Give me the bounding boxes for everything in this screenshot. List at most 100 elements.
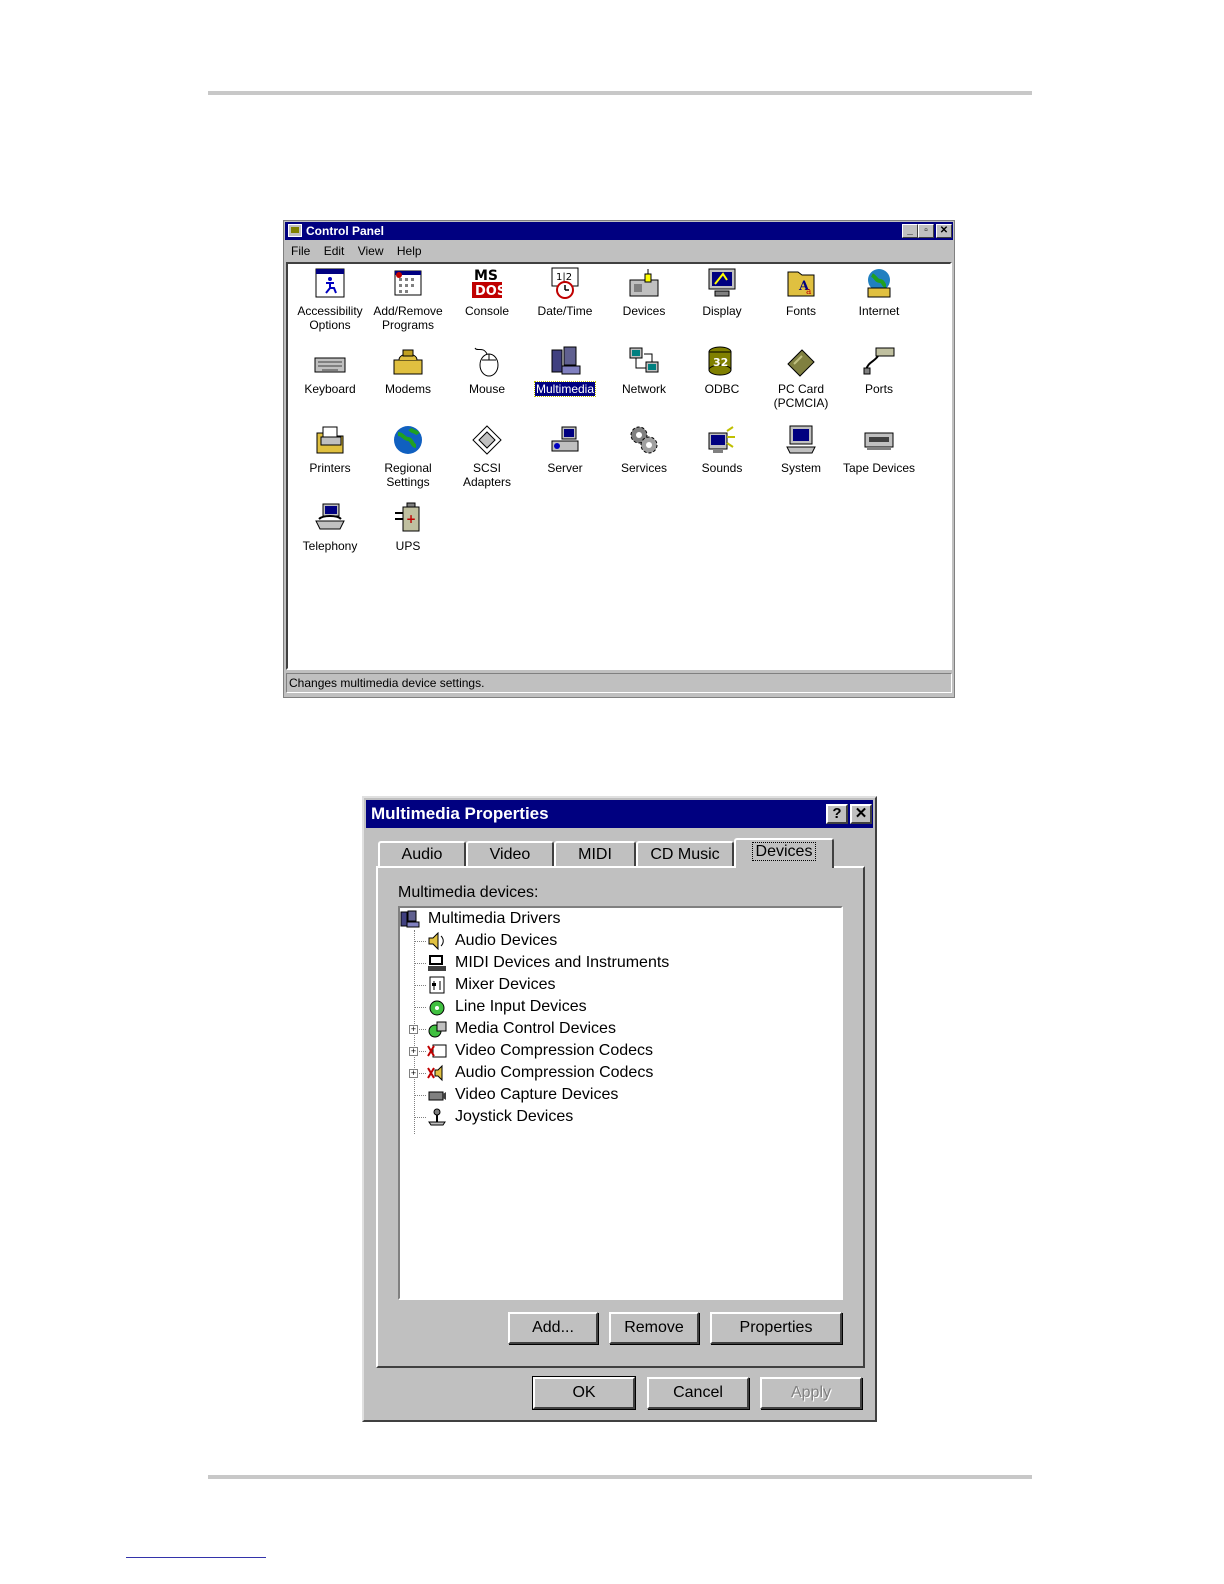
control-panel-item-label: ODBC	[704, 382, 740, 396]
tree-connector	[414, 1095, 426, 1096]
device-category-icon	[427, 1020, 447, 1038]
tab-video[interactable]: Video	[466, 841, 554, 867]
device-category-icon	[427, 954, 447, 972]
tree-connector	[414, 1007, 426, 1008]
control-panel-item-label: Printers	[309, 461, 351, 475]
control-panel-item-scsi-adapters[interactable]: SCSI Adapters	[448, 423, 526, 489]
tree-connector	[414, 985, 426, 986]
control-panel-item-label: Modems	[384, 382, 431, 396]
device-category-icon	[427, 998, 447, 1016]
regional-settings-icon	[391, 423, 425, 457]
menu-bar: File Edit View Help	[285, 241, 426, 261]
tree-connector	[414, 963, 426, 964]
control-panel-item-regional-settings[interactable]: Regional Settings	[369, 423, 447, 489]
internet-icon	[862, 266, 896, 300]
odbc-icon: 32	[705, 344, 739, 378]
device-category-icon	[427, 1064, 447, 1082]
control-panel-item-services[interactable]: Services	[605, 423, 683, 475]
control-panel-item-printers[interactable]: Printers	[291, 423, 369, 475]
device-category-icon	[427, 1086, 447, 1104]
network-icon	[627, 344, 661, 378]
apply-button[interactable]: Apply	[760, 1377, 862, 1409]
control-panel-item-accessibility[interactable]: Accessibility Options	[291, 266, 369, 332]
tab-midi[interactable]: MIDI	[554, 841, 636, 867]
restore-button[interactable]: ▫	[918, 224, 934, 238]
control-panel-item-add-remove-programs[interactable]: Add/Remove Programs	[369, 266, 447, 332]
control-panel-item-label: Internet	[858, 304, 900, 318]
footer-link-underline	[126, 1557, 266, 1558]
tab-cd-music[interactable]: CD Music	[636, 841, 734, 867]
telephony-icon	[313, 501, 347, 535]
top-rule	[208, 91, 1032, 95]
control-panel-item-label: Keyboard	[304, 382, 356, 396]
devices-tree[interactable]: Multimedia Drivers Audio Devices MIDI Devi…	[398, 906, 843, 1300]
menu-help[interactable]: Help	[397, 244, 422, 258]
expand-icon[interactable]: +	[409, 1025, 418, 1034]
control-panel-item-system[interactable]: System	[762, 423, 840, 475]
add-remove-programs-icon	[391, 266, 425, 300]
device-category-icon	[427, 931, 447, 951]
services-icon	[627, 423, 661, 457]
control-panel-item-ports[interactable]: Ports	[840, 344, 918, 396]
device-category-icon	[427, 1108, 447, 1126]
dialog-close-button[interactable]: ✕	[850, 804, 872, 824]
ok-button[interactable]: OK	[532, 1376, 636, 1410]
server-icon	[548, 423, 582, 457]
menu-file[interactable]: File	[291, 244, 310, 258]
control-panel-item-keyboard[interactable]: Keyboard	[291, 344, 369, 396]
control-panel-item-display[interactable]: Display	[683, 266, 761, 318]
tree-item-label: Mixer Devices	[455, 976, 556, 993]
control-panel-item-modems[interactable]: Modems	[369, 344, 447, 396]
control-panel-item-ups[interactable]: + UPS	[369, 501, 447, 553]
control-panel-item-server[interactable]: Server	[526, 423, 604, 475]
expand-icon[interactable]: +	[409, 1047, 418, 1056]
control-panel-item-fonts[interactable]: Aa Fonts	[762, 266, 840, 318]
devices-tab-panel: Multimedia devices: Multimedia Drivers Au…	[376, 866, 865, 1368]
device-category-icon	[427, 1042, 447, 1060]
control-panel-item-label: SCSI Adapters	[462, 461, 512, 489]
add-button[interactable]: Add...	[508, 1312, 598, 1344]
control-panel-item-devices[interactable]: Devices	[605, 266, 683, 318]
printers-icon	[313, 423, 347, 457]
control-panel-item-mouse[interactable]: Mouse	[448, 344, 526, 396]
control-panel-titlebar[interactable]: Control Panel _ ▫ ✕	[285, 222, 953, 240]
multimedia-icon	[548, 344, 582, 378]
cancel-button[interactable]: Cancel	[647, 1377, 749, 1409]
dialog-titlebar[interactable]: Multimedia Properties ? ✕	[366, 800, 873, 828]
fonts-icon: Aa	[784, 266, 818, 300]
control-panel-item-network[interactable]: Network	[605, 344, 683, 396]
tree-item-label: Video Capture Devices	[455, 1086, 619, 1103]
close-button[interactable]: ✕	[936, 224, 952, 238]
tab-devices[interactable]: Devices	[734, 838, 834, 868]
control-panel-item-odbc[interactable]: 32 ODBC	[683, 344, 761, 396]
sounds-icon	[705, 423, 739, 457]
control-panel-item-label: Multimedia	[533, 381, 597, 397]
tab-audio[interactable]: Audio	[378, 841, 466, 867]
tree-connector	[414, 1117, 426, 1118]
control-panel-item-tape-devices[interactable]: Tape Devices	[840, 423, 918, 475]
tree-item-label: Audio Devices	[455, 932, 558, 949]
menu-edit[interactable]: Edit	[324, 244, 345, 258]
multimedia-drivers-icon	[400, 910, 420, 928]
tree-item-label: Video Compression Codecs	[455, 1042, 654, 1059]
control-panel-item-label: Add/Remove Programs	[373, 304, 443, 332]
tree-item-label: Joystick Devices	[455, 1108, 574, 1125]
remove-button[interactable]: Remove	[609, 1312, 699, 1344]
control-panel-item-label: Mouse	[468, 382, 506, 396]
help-button[interactable]: ?	[826, 804, 848, 824]
minimize-button[interactable]: _	[902, 224, 918, 238]
expand-icon[interactable]: +	[409, 1069, 418, 1078]
menu-view[interactable]: View	[358, 244, 384, 258]
control-panel-item-multimedia[interactable]: Multimedia	[526, 344, 604, 397]
control-panel-item-pc-card[interactable]: PC Card (PCMCIA)	[762, 344, 840, 410]
properties-button[interactable]: Properties	[710, 1312, 842, 1344]
control-panel-item-date-time[interactable]: 1|2 Date/Time	[526, 266, 604, 318]
control-panel-item-console[interactable]: MS DOS Console	[448, 266, 526, 318]
accessibility-icon	[313, 266, 347, 300]
control-panel-item-label: UPS	[395, 539, 421, 553]
control-panel-item-telephony[interactable]: Telephony	[291, 501, 369, 553]
display-icon	[705, 266, 739, 300]
control-panel-item-sounds[interactable]: Sounds	[683, 423, 761, 475]
ups-icon: +	[391, 501, 425, 535]
control-panel-item-internet[interactable]: Internet	[840, 266, 918, 318]
